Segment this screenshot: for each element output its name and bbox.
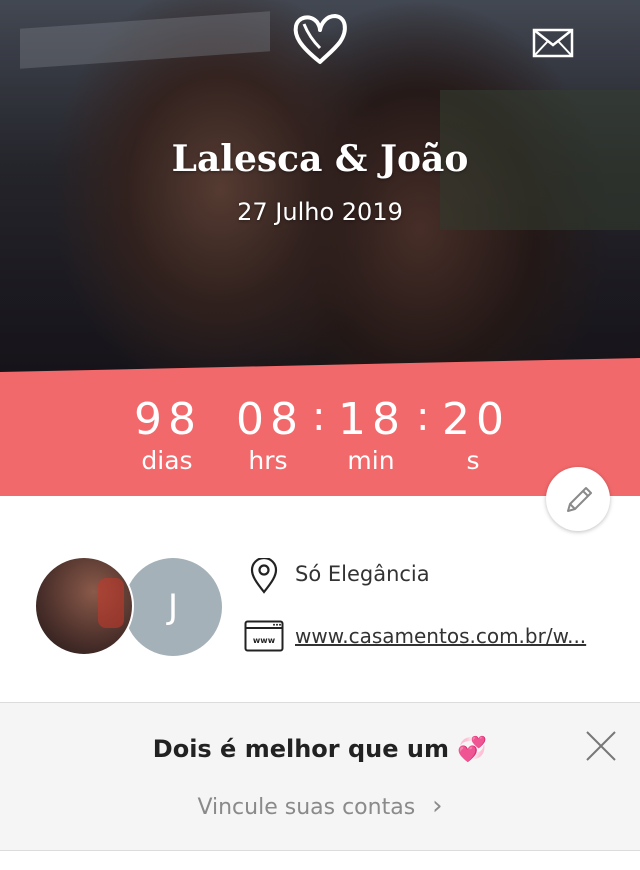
- website-link[interactable]: www.casamentos.com.br/w...: [295, 624, 610, 648]
- countdown-separator: :: [312, 394, 326, 440]
- wedding-date: 27 Julho 2019: [237, 198, 403, 226]
- location-pin-icon: [250, 558, 278, 594]
- promo-title: Dois é melhor que um 💞: [0, 735, 640, 763]
- svg-text:www: www: [253, 636, 276, 645]
- partner-avatar[interactable]: J: [124, 558, 222, 656]
- couple-avatar-photo[interactable]: [34, 556, 134, 656]
- countdown-minutes-label: min: [347, 446, 395, 475]
- link-accounts-label: Vincule suas contas: [197, 795, 416, 820]
- website-icon: www: [244, 620, 284, 652]
- link-accounts-banner: Dois é melhor que um 💞 Vincule suas cont…: [0, 703, 640, 850]
- heart-icon[interactable]: [290, 12, 350, 66]
- countdown-days: 98: [134, 394, 202, 445]
- hero-photo: Lalesca & João 27 Julho 2019: [0, 0, 640, 372]
- link-accounts-button[interactable]: Vincule suas contas ›: [0, 791, 640, 821]
- avatar-photo-detail: [98, 578, 124, 628]
- mail-icon[interactable]: [532, 28, 574, 58]
- countdown-hours: 08: [236, 394, 304, 445]
- pencil-icon: [567, 487, 592, 512]
- countdown-seconds-label: s: [466, 446, 480, 475]
- countdown-panel: 98 08 : 18 : 20 dias hrs min s: [0, 358, 640, 496]
- bottom-divider: [0, 850, 640, 851]
- promo-title-text: Dois é melhor que um: [152, 735, 449, 763]
- close-icon[interactable]: [584, 729, 618, 763]
- countdown-hours-label: hrs: [248, 446, 288, 475]
- venue-name[interactable]: Só Elegância: [295, 562, 430, 586]
- countdown-minutes: 18: [338, 394, 406, 445]
- edit-button[interactable]: [546, 467, 610, 531]
- countdown-days-label: dias: [141, 446, 193, 475]
- couple-names: Lalesca & João: [171, 138, 469, 180]
- hearts-emoji: 💞: [457, 735, 488, 763]
- countdown-separator: :: [416, 394, 430, 440]
- countdown-seconds: 20: [442, 394, 510, 445]
- chevron-right-icon: ›: [432, 791, 443, 821]
